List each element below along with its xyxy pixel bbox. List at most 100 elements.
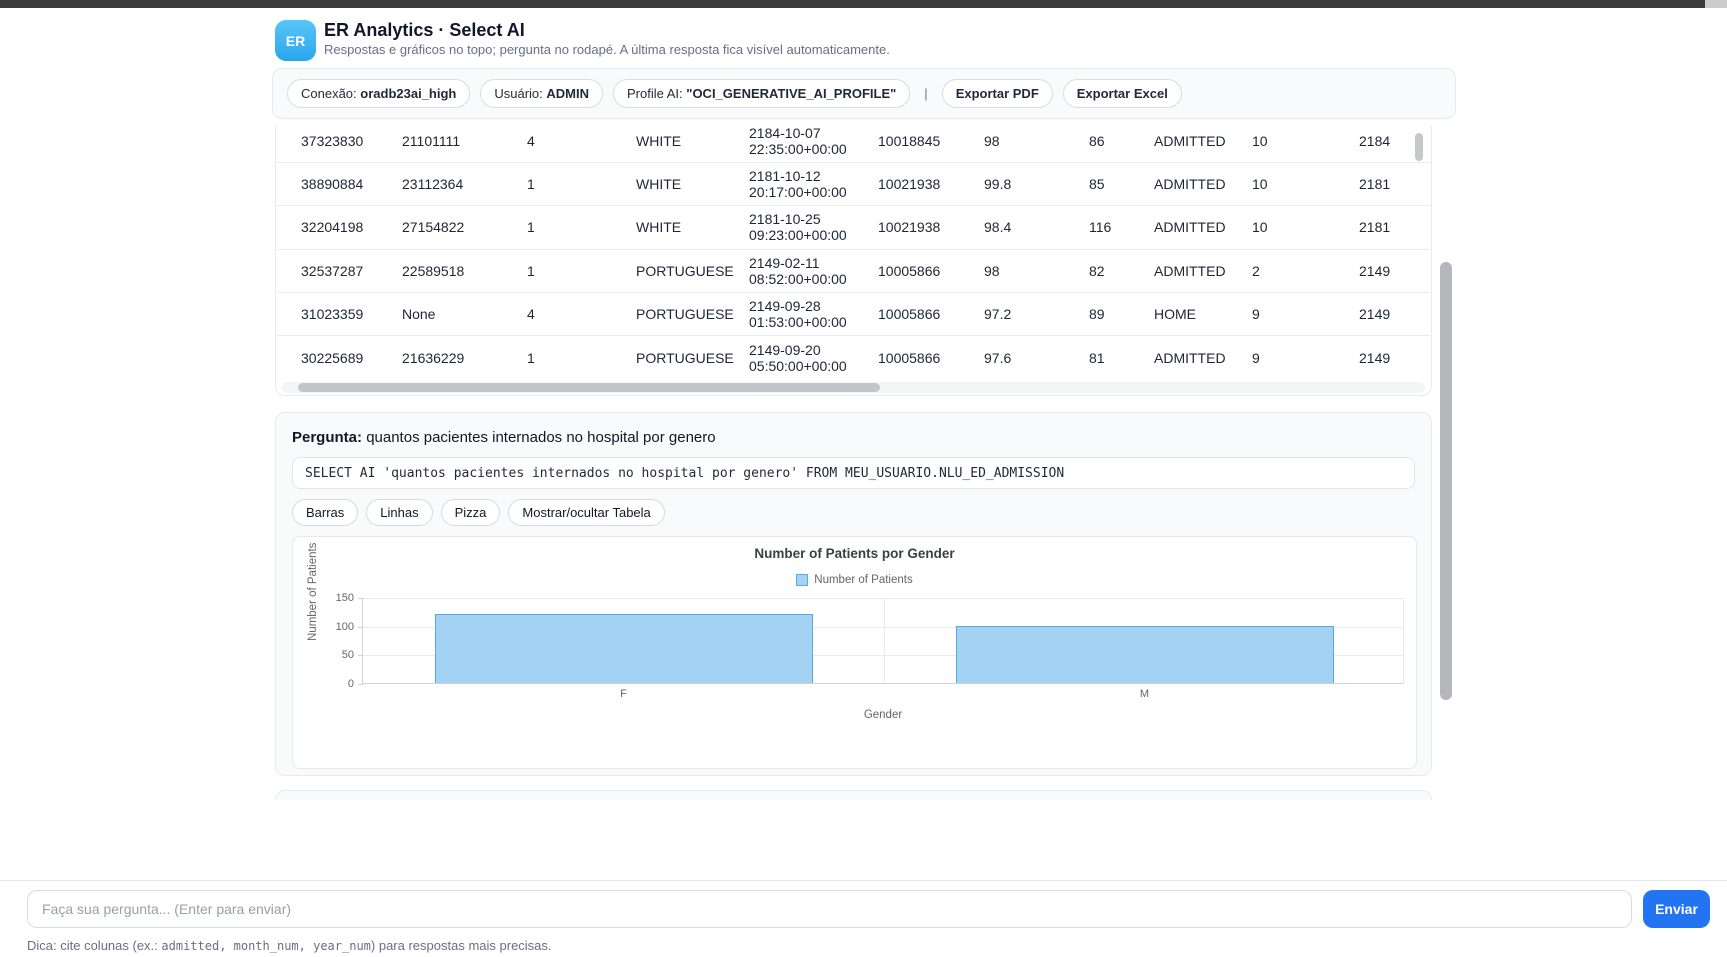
- table-cell: 10: [1252, 133, 1359, 149]
- table-cell: 10005866: [878, 263, 984, 279]
- table-cell: 38890884: [301, 176, 402, 192]
- table-cell: 2149: [1359, 350, 1430, 366]
- table-cell: ADMITTED: [1154, 263, 1252, 279]
- table-cell: 89: [1089, 306, 1154, 322]
- legend-label: Number of Patients: [814, 574, 912, 586]
- table-cell: 32537287: [301, 263, 402, 279]
- footer-divider: [0, 880, 1727, 881]
- x-axis-title: Gender: [362, 709, 1404, 721]
- table-cell: 10021938: [878, 219, 984, 235]
- table-cell: 1: [527, 350, 636, 366]
- table-cell: 97.6: [984, 350, 1089, 366]
- results-table-card: 37323830211011114WHITE2184-10-0722:35:00…: [275, 126, 1432, 396]
- gridline: [363, 598, 1403, 599]
- table-cell: 31023359: [301, 306, 402, 322]
- table-cell: PORTUGUESE: [636, 350, 749, 366]
- table-cell: 2181-10-2509:23:00+00:00: [749, 211, 878, 243]
- table-cell: 99.8: [984, 176, 1089, 192]
- table-cell: WHITE: [636, 219, 749, 235]
- y-tick-label: 100: [336, 621, 363, 633]
- window-chrome-bar: [0, 0, 1705, 8]
- table-cell: 4: [527, 133, 636, 149]
- question-line: Pergunta: quantos pacientes internados n…: [292, 429, 1415, 446]
- table-cell: 10021938: [878, 176, 984, 192]
- user-chip: Usuário: ADMIN: [480, 79, 603, 108]
- table-cell: 9: [1252, 306, 1359, 322]
- export-pdf-button[interactable]: Exportar PDF: [942, 79, 1053, 108]
- chart-option-button-pizza[interactable]: Pizza: [441, 499, 501, 526]
- profile-ai-value: "OCI_GENERATIVE_AI_PROFILE": [686, 86, 896, 101]
- connection-label: Conexão:: [301, 86, 357, 101]
- table-cell: 21636229: [402, 350, 527, 366]
- table-cell: 98: [984, 263, 1089, 279]
- table-cell: 2181: [1359, 176, 1430, 192]
- table-cell: PORTUGUESE: [636, 306, 749, 322]
- question-text: quantos pacientes internados no hospital…: [366, 429, 715, 446]
- chart-option-button-barras[interactable]: Barras: [292, 499, 358, 526]
- x-tick-label: M: [1140, 688, 1149, 700]
- table-cell: ADMITTED: [1154, 133, 1252, 149]
- chart-bar-m: [956, 626, 1334, 683]
- y-tick-label: 50: [342, 649, 363, 661]
- table-cell: 116: [1089, 219, 1154, 235]
- table-cell: 10005866: [878, 306, 984, 322]
- y-tick-label: 150: [336, 592, 363, 604]
- connection-value: oradb23ai_high: [360, 86, 456, 101]
- table-row: 30225689216362291PORTUGUESE2149-09-2005:…: [277, 336, 1430, 379]
- page-title: ER Analytics · Select AI: [324, 20, 525, 41]
- gridline: [884, 598, 885, 683]
- table-cell: WHITE: [636, 133, 749, 149]
- chart-card: Number of Patients por Gender Number of …: [292, 536, 1417, 769]
- table-cell: 2149-02-1108:52:00+00:00: [749, 255, 878, 287]
- table-vertical-scrollbar[interactable]: [1415, 133, 1423, 161]
- table-cell: 2181: [1359, 219, 1430, 235]
- chart-option-button-linhas[interactable]: Linhas: [366, 499, 432, 526]
- chart-type-buttons: Barras Linhas Pizza Mostrar/ocultar Tabela: [292, 499, 1415, 526]
- table-cell: 82: [1089, 263, 1154, 279]
- user-label: Usuário:: [494, 86, 542, 101]
- table-cell: 98: [984, 133, 1089, 149]
- page-scrollbar-thumb[interactable]: [1440, 262, 1452, 700]
- table-cell: WHITE: [636, 176, 749, 192]
- chart-legend[interactable]: Number of Patients: [293, 574, 1416, 586]
- app-logo: ER: [275, 20, 316, 61]
- table-cell: ADMITTED: [1154, 219, 1252, 235]
- table-cell: 9: [1252, 350, 1359, 366]
- table-cell: 2184-10-0722:35:00+00:00: [749, 126, 878, 157]
- table-cell: 1: [527, 219, 636, 235]
- profile-ai-chip: Profile AI: "OCI_GENERATIVE_AI_PROFILE": [613, 79, 910, 108]
- table-row: 38890884231123641WHITE2181-10-1220:17:00…: [277, 163, 1430, 206]
- table-cell: 2149: [1359, 263, 1430, 279]
- sql-statement: SELECT AI 'quantos pacientes internados …: [292, 457, 1415, 489]
- table-cell: 10: [1252, 219, 1359, 235]
- table-row: 32537287225895181PORTUGUESE2149-02-1108:…: [277, 250, 1430, 293]
- table-cell: 30225689: [301, 350, 402, 366]
- question-input[interactable]: [27, 890, 1632, 928]
- table-horizontal-scrollbar[interactable]: [282, 382, 1425, 393]
- table-cell: 4: [527, 306, 636, 322]
- table-cell: 81: [1089, 350, 1154, 366]
- table-cell: 37323830: [301, 133, 402, 149]
- table-cell: ADMITTED: [1154, 350, 1252, 366]
- results-table-viewport[interactable]: 37323830211011114WHITE2184-10-0722:35:00…: [277, 126, 1430, 381]
- table-cell: 86: [1089, 133, 1154, 149]
- next-card-edge: [275, 790, 1432, 800]
- chart-option-button-mostrar-ocultar-tabela[interactable]: Mostrar/ocultar Tabela: [508, 499, 664, 526]
- table-cell: 32204198: [301, 219, 402, 235]
- chart-title: Number of Patients por Gender: [293, 546, 1416, 561]
- send-button[interactable]: Enviar: [1643, 890, 1710, 928]
- y-axis-title: Number of Patients: [307, 543, 319, 641]
- table-row: 32204198271548221WHITE2181-10-2509:23:00…: [277, 206, 1430, 249]
- y-tick-label: 0: [348, 678, 363, 690]
- page-subtitle: Respostas e gráficos no topo; pergunta n…: [324, 42, 890, 57]
- hint-code: admitted, month_num, year_num: [161, 939, 371, 953]
- table-cell: 27154822: [402, 219, 527, 235]
- hint-prefix: Dica: cite colunas (ex.:: [27, 938, 161, 953]
- hint-suffix: ) para respostas mais precisas.: [371, 938, 552, 953]
- table-horizontal-scrollbar-thumb[interactable]: [298, 383, 880, 392]
- toolbar: Conexão: oradb23ai_high Usuário: ADMIN P…: [272, 68, 1456, 119]
- legend-swatch-icon: [796, 574, 808, 586]
- table-cell: 21101111: [402, 133, 527, 149]
- table-cell: HOME: [1154, 306, 1252, 322]
- export-excel-button[interactable]: Exportar Excel: [1063, 79, 1182, 108]
